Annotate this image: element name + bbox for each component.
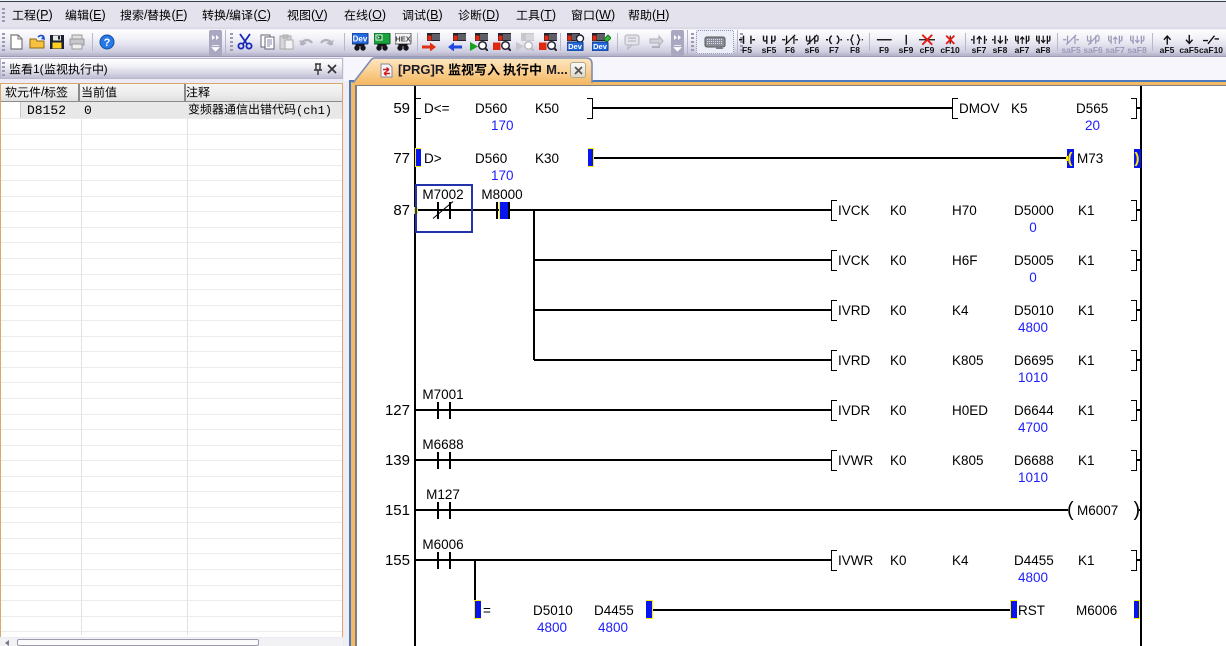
svg-text:Dev: Dev <box>353 35 368 44</box>
svg-text:Dev: Dev <box>593 42 608 51</box>
svg-text:Dev: Dev <box>568 42 583 51</box>
svg-text:HEX: HEX <box>395 35 410 44</box>
svg-text:?: ? <box>104 37 111 49</box>
